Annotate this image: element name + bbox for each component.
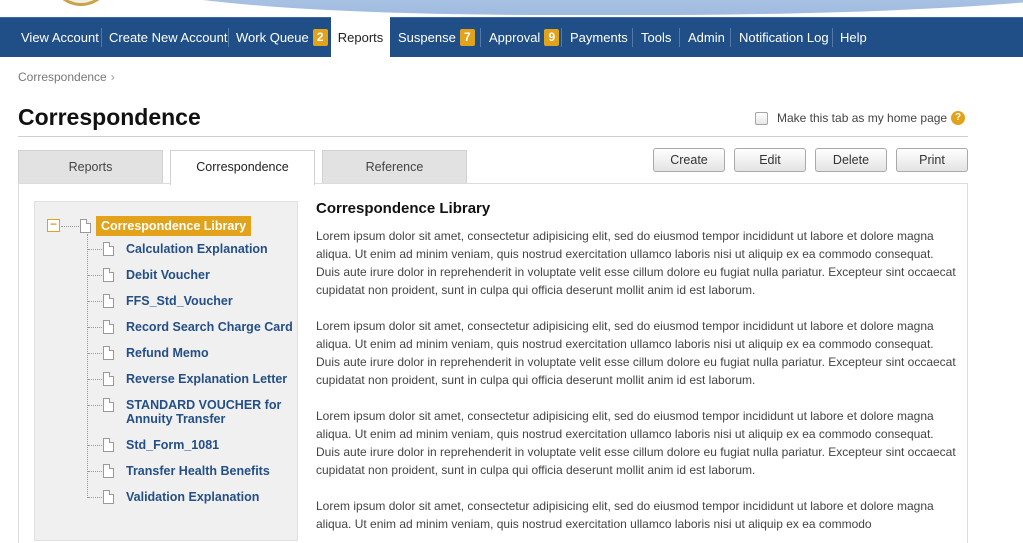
nav-label: Payments xyxy=(570,30,628,45)
tree-connector xyxy=(88,353,102,354)
tree-item[interactable]: Refund Memo xyxy=(126,346,296,360)
home-page-toggle-label: Make this tab as my home page xyxy=(777,111,948,125)
delete-button[interactable]: Delete xyxy=(815,148,887,172)
nav-label: Help xyxy=(840,30,867,45)
article-paragraph: Lorem ipsum dolor sit amet, consectetur … xyxy=(316,319,956,387)
banner-swoosh xyxy=(150,0,1023,15)
article-title: Correspondence Library xyxy=(316,200,491,217)
article-paragraph: Lorem ipsum dolor sit amet, consectetur … xyxy=(316,409,956,477)
tree-item[interactable]: FFS_Std_Voucher xyxy=(126,294,296,308)
nav-work-queue[interactable]: Work Queue 2 xyxy=(236,18,328,57)
document-icon xyxy=(103,438,114,452)
work-queue-count-badge: 2 xyxy=(312,29,328,46)
collapse-toggle-icon[interactable]: − xyxy=(47,218,60,232)
nav-notification-log[interactable]: Notification Log xyxy=(739,18,829,57)
tree-item[interactable]: Reverse Explanation Letter xyxy=(126,372,296,386)
nav-divider xyxy=(228,28,229,47)
chevron-right-icon: › xyxy=(110,70,115,84)
document-icon xyxy=(80,219,91,233)
title-divider xyxy=(18,136,968,137)
article-paragraph: Lorem ipsum dolor sit amet, consectetur … xyxy=(316,229,956,297)
nav-tools[interactable]: Tools xyxy=(641,18,671,57)
nav-create-new-account[interactable]: Create New Account xyxy=(109,18,228,57)
nav-divider xyxy=(832,28,833,47)
tree-connector xyxy=(88,497,102,498)
nav-label: Reports xyxy=(337,30,384,45)
nav-approval[interactable]: Approval 9 xyxy=(489,18,560,57)
top-banner xyxy=(0,0,1023,17)
document-icon xyxy=(103,398,114,412)
nav-label: Notification Log xyxy=(739,30,829,45)
tree-connector xyxy=(88,445,102,446)
tab-reports[interactable]: Reports xyxy=(18,150,163,184)
nav-reports[interactable]: Reports xyxy=(331,17,390,58)
nav-divider xyxy=(561,28,562,47)
nav-label: Suspense xyxy=(398,30,456,45)
tree-connector xyxy=(88,275,102,276)
tree-connector xyxy=(88,327,102,328)
tree-connector xyxy=(88,405,102,406)
nav-payments[interactable]: Payments xyxy=(570,18,628,57)
nav-divider xyxy=(480,28,481,47)
nav-admin[interactable]: Admin xyxy=(688,18,725,57)
edit-button[interactable]: Edit xyxy=(734,148,806,172)
nav-divider xyxy=(101,28,102,47)
document-icon xyxy=(103,490,114,504)
document-icon xyxy=(103,294,114,308)
tab-correspondence[interactable]: Correspondence xyxy=(170,150,315,185)
nav-help[interactable]: Help xyxy=(840,18,867,57)
tree-item[interactable]: Debit Voucher xyxy=(126,268,296,282)
nav-label: Tools xyxy=(641,30,672,45)
nav-label: View Account xyxy=(21,30,99,45)
nav-view-account[interactable]: View Account xyxy=(21,18,99,57)
nav-suspense[interactable]: Suspense 7 xyxy=(398,18,475,57)
tree-connector xyxy=(88,471,102,472)
question-circle-icon[interactable]: ? xyxy=(951,111,966,125)
document-icon xyxy=(103,268,114,282)
tree-connector xyxy=(87,234,88,498)
nav-divider xyxy=(730,28,731,47)
nav-label: Work Queue xyxy=(236,30,309,45)
print-button[interactable]: Print xyxy=(896,148,968,172)
tree-item[interactable]: STANDARD VOUCHER for Annuity Transfer xyxy=(126,398,286,426)
create-button[interactable]: Create xyxy=(653,148,725,172)
main-navbar: View Account Create New Account Work Que… xyxy=(0,17,1023,58)
home-page-checkbox[interactable] xyxy=(755,111,768,125)
page-title: Correspondence xyxy=(18,104,201,130)
nav-label: Admin xyxy=(688,30,725,45)
tree-connector xyxy=(88,379,102,380)
tree-connector xyxy=(61,226,79,227)
nav-label: Approval xyxy=(489,30,541,45)
nav-divider xyxy=(632,28,633,47)
document-icon xyxy=(103,346,114,360)
document-icon xyxy=(103,464,114,478)
breadcrumb-item[interactable]: Correspondence xyxy=(18,70,107,84)
tab-reference[interactable]: Reference xyxy=(322,150,467,184)
nav-label: Create New Account xyxy=(109,30,228,45)
document-icon xyxy=(103,242,114,256)
tree-connector xyxy=(88,249,102,250)
home-page-toggle: Make this tab as my home page ? xyxy=(755,111,966,125)
document-icon xyxy=(103,372,114,386)
agency-seal-logo xyxy=(50,0,112,6)
tree-connector xyxy=(88,301,102,302)
tree-item[interactable]: Transfer Health Benefits xyxy=(126,464,296,478)
tree-item[interactable]: Std_Form_1081 xyxy=(126,438,296,452)
approval-count-badge: 9 xyxy=(544,29,560,46)
breadcrumb: Correspondence › xyxy=(18,70,115,84)
suspense-count-badge: 7 xyxy=(459,29,475,46)
tree-item[interactable]: Record Search Charge Card xyxy=(126,320,296,334)
tree-item[interactable]: Calculation Explanation xyxy=(126,242,296,256)
article-paragraph: Lorem ipsum dolor sit amet, consectetur … xyxy=(316,499,934,531)
nav-divider xyxy=(679,28,680,47)
document-icon xyxy=(103,320,114,334)
tree-root-correspondence-library[interactable]: Correspondence Library xyxy=(96,216,252,236)
tree-item[interactable]: Validation Explanation xyxy=(126,490,296,504)
